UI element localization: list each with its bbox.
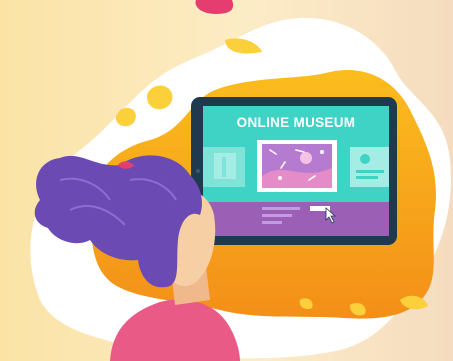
description-line-1 — [262, 207, 300, 210]
gallery-card-right-line-1 — [356, 170, 384, 173]
description-line-3 — [262, 221, 282, 224]
online-museum-illustration: ONLINE MUSEUM — [0, 0, 453, 361]
gallery-card-right-line-2 — [356, 176, 378, 179]
description-line-2 — [262, 214, 292, 217]
screen-title: ONLINE MUSEUM — [237, 115, 356, 130]
tablet-camera — [196, 169, 200, 173]
gallery-card-right[interactable] — [350, 147, 389, 187]
illustration-stage: ONLINE MUSEUM — [0, 0, 453, 361]
gallery-card-right-dot — [360, 154, 370, 164]
gallery-card-left-bar — [222, 157, 226, 177]
painting-icon — [262, 144, 332, 188]
